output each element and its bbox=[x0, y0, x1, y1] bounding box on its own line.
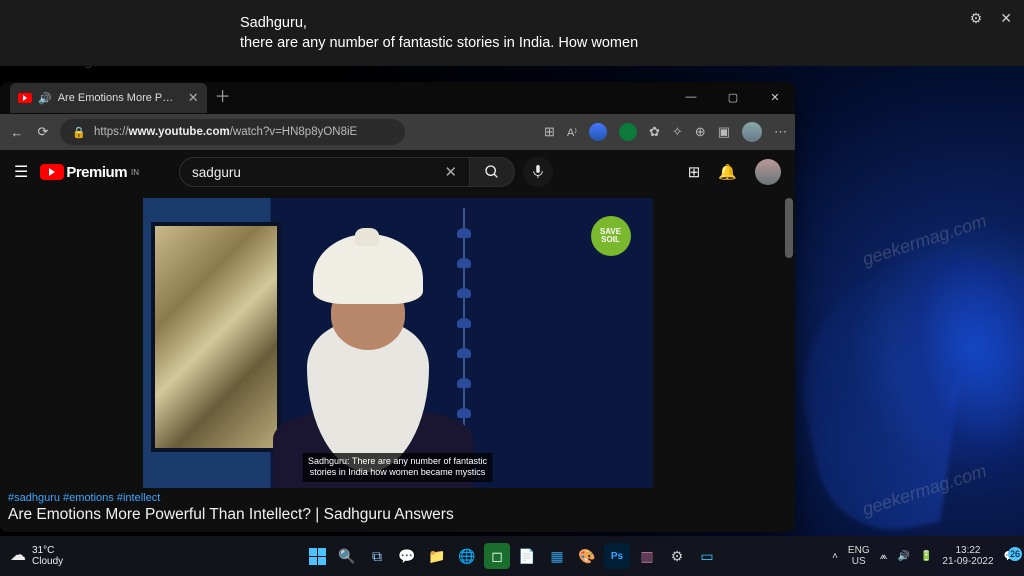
youtube-brand-text: Premium bbox=[66, 164, 127, 181]
url-input[interactable]: 🔒 https://www.youtube.com/watch?v=HN8p8y… bbox=[60, 119, 405, 145]
windows-taskbar: ☁ 31°C Cloudy 🔍 ⧉ 💬 📁 🌐 ◻ 📄 ▦ 🎨 Ps ▥ ⚙ ▭… bbox=[0, 536, 1024, 576]
notification-center-icon[interactable]: 💬 bbox=[1004, 551, 1016, 562]
collections-icon[interactable]: ⊕ bbox=[695, 124, 706, 140]
tab-audio-icon[interactable]: 🔊 bbox=[38, 92, 52, 105]
paint-icon[interactable]: 🎨 bbox=[574, 543, 600, 569]
weather-desc: Cloudy bbox=[32, 556, 63, 567]
window-maximize-button[interactable]: ▢ bbox=[719, 91, 747, 104]
browser-window: 🔊 Are Emotions More Powerfu ✕ ＋ — ▢ ✕ ← … bbox=[0, 82, 795, 532]
taskbar-weather-widget[interactable]: ☁ 31°C Cloudy bbox=[0, 545, 63, 567]
save-soil-badge: SAVESOIL bbox=[591, 216, 631, 256]
shopping-icon[interactable]: ⊞ bbox=[544, 124, 555, 140]
window-minimize-button[interactable]: — bbox=[677, 91, 705, 103]
caption-settings-icon[interactable]: ⚙ bbox=[970, 10, 983, 27]
app-icon[interactable]: ◻ bbox=[484, 543, 510, 569]
weather-temp: 31°C bbox=[32, 545, 63, 556]
youtube-region: IN bbox=[131, 168, 139, 177]
voice-search-button[interactable] bbox=[523, 157, 553, 187]
task-view-icon[interactable]: ⧉ bbox=[364, 543, 390, 569]
youtube-favicon bbox=[18, 93, 32, 103]
video-title: Are Emotions More Powerful Than Intellec… bbox=[0, 506, 795, 528]
youtube-header: ☰ Premium IN ✕ ⊞ 🔔 bbox=[0, 150, 795, 194]
extensions-icon[interactable]: ✿ bbox=[649, 124, 660, 140]
youtube-content: SAVESOIL Sadhguru: There are any number … bbox=[0, 194, 795, 532]
url-text: https://www.youtube.com/watch?v=HN8p8yON… bbox=[94, 126, 357, 138]
search-icon bbox=[484, 164, 500, 180]
video-subject-figure bbox=[273, 234, 473, 488]
nav-refresh-button[interactable]: ⟳ bbox=[34, 124, 52, 140]
browser-menu-icon[interactable]: ⋯ bbox=[774, 124, 787, 140]
app-icon[interactable]: 📄 bbox=[514, 543, 540, 569]
edge-icon[interactable]: 🌐 bbox=[454, 543, 480, 569]
live-caption-text: Sadhguru, there are any number of fantas… bbox=[240, 13, 638, 54]
hamburger-menu-icon[interactable]: ☰ bbox=[14, 162, 28, 182]
youtube-avatar[interactable] bbox=[755, 159, 781, 185]
start-button[interactable] bbox=[304, 543, 330, 569]
extension-icon[interactable] bbox=[589, 123, 607, 141]
weather-icon: ☁ bbox=[10, 547, 26, 565]
video-background-art bbox=[151, 222, 281, 452]
new-tab-button[interactable]: ＋ bbox=[215, 90, 231, 106]
search-clear-icon[interactable]: ✕ bbox=[444, 163, 457, 181]
battery-icon[interactable]: 🔋 bbox=[920, 551, 932, 562]
scrollbar-thumb[interactable] bbox=[785, 198, 793, 258]
window-close-button[interactable]: ✕ bbox=[761, 91, 789, 104]
taskbar-search-icon[interactable]: 🔍 bbox=[334, 543, 360, 569]
nav-back-button[interactable]: ← bbox=[8, 125, 26, 140]
office-icon[interactable]: ▣ bbox=[718, 124, 730, 140]
volume-icon[interactable]: 🔊 bbox=[897, 551, 909, 562]
settings-icon[interactable]: ⚙ bbox=[664, 543, 690, 569]
tray-chevron-icon[interactable]: ˄ bbox=[832, 551, 838, 562]
app-icon[interactable]: ▭ bbox=[694, 543, 720, 569]
taskbar-system-tray: ˄ ENGUS ⩕ 🔊 🔋 13:2221-09-2022 💬 bbox=[832, 545, 1024, 567]
app-icon[interactable]: ▦ bbox=[544, 543, 570, 569]
app-icon[interactable]: ▥ bbox=[634, 543, 660, 569]
grammarly-icon[interactable] bbox=[619, 123, 637, 141]
file-explorer-icon[interactable]: 📁 bbox=[424, 543, 450, 569]
youtube-logo[interactable]: Premium IN bbox=[40, 164, 139, 181]
browser-tab[interactable]: 🔊 Are Emotions More Powerfu ✕ bbox=[10, 83, 207, 113]
wifi-icon[interactable]: ⩕ bbox=[880, 551, 888, 562]
favorites-icon[interactable]: ✧ bbox=[672, 124, 683, 140]
taskbar-chat-icon[interactable]: 💬 bbox=[394, 543, 420, 569]
youtube-search-box[interactable]: ✕ bbox=[179, 157, 469, 187]
desktop-wallpaper-bloom bbox=[780, 236, 1024, 544]
lock-icon: 🔒 bbox=[70, 126, 88, 139]
taskbar-clock[interactable]: 13:2221-09-2022 bbox=[942, 545, 993, 567]
youtube-search-input[interactable] bbox=[192, 165, 444, 180]
browser-address-bar: ← ⟳ 🔒 https://www.youtube.com/watch?v=HN… bbox=[0, 114, 795, 150]
youtube-play-icon bbox=[40, 164, 64, 180]
live-caption-bar: Sadhguru, there are any number of fantas… bbox=[0, 0, 1024, 66]
mic-icon bbox=[532, 165, 544, 179]
video-hashtags[interactable]: #sadhguru #emotions #intellect bbox=[0, 488, 795, 506]
caption-close-icon[interactable]: ✕ bbox=[1000, 10, 1012, 27]
tab-close-icon[interactable]: ✕ bbox=[188, 90, 199, 106]
read-aloud-icon[interactable]: A⁾ bbox=[567, 126, 577, 139]
video-player[interactable]: SAVESOIL Sadhguru: There are any number … bbox=[143, 198, 653, 488]
youtube-search-button[interactable] bbox=[469, 157, 515, 187]
taskbar-center-apps: 🔍 ⧉ 💬 📁 🌐 ◻ 📄 ▦ 🎨 Ps ▥ ⚙ ▭ bbox=[304, 543, 720, 569]
tab-title: Are Emotions More Powerfu bbox=[58, 92, 178, 104]
browser-titlebar[interactable]: 🔊 Are Emotions More Powerfu ✕ ＋ — ▢ ✕ bbox=[0, 82, 795, 114]
video-closed-caption: Sadhguru: There are any number of fantas… bbox=[302, 453, 493, 482]
browser-profile-avatar[interactable] bbox=[742, 122, 762, 142]
photoshop-icon[interactable]: Ps bbox=[604, 543, 630, 569]
create-button[interactable]: ⊞ bbox=[688, 163, 701, 181]
language-indicator[interactable]: ENGUS bbox=[848, 545, 870, 567]
notifications-icon[interactable]: 🔔 bbox=[718, 163, 737, 181]
